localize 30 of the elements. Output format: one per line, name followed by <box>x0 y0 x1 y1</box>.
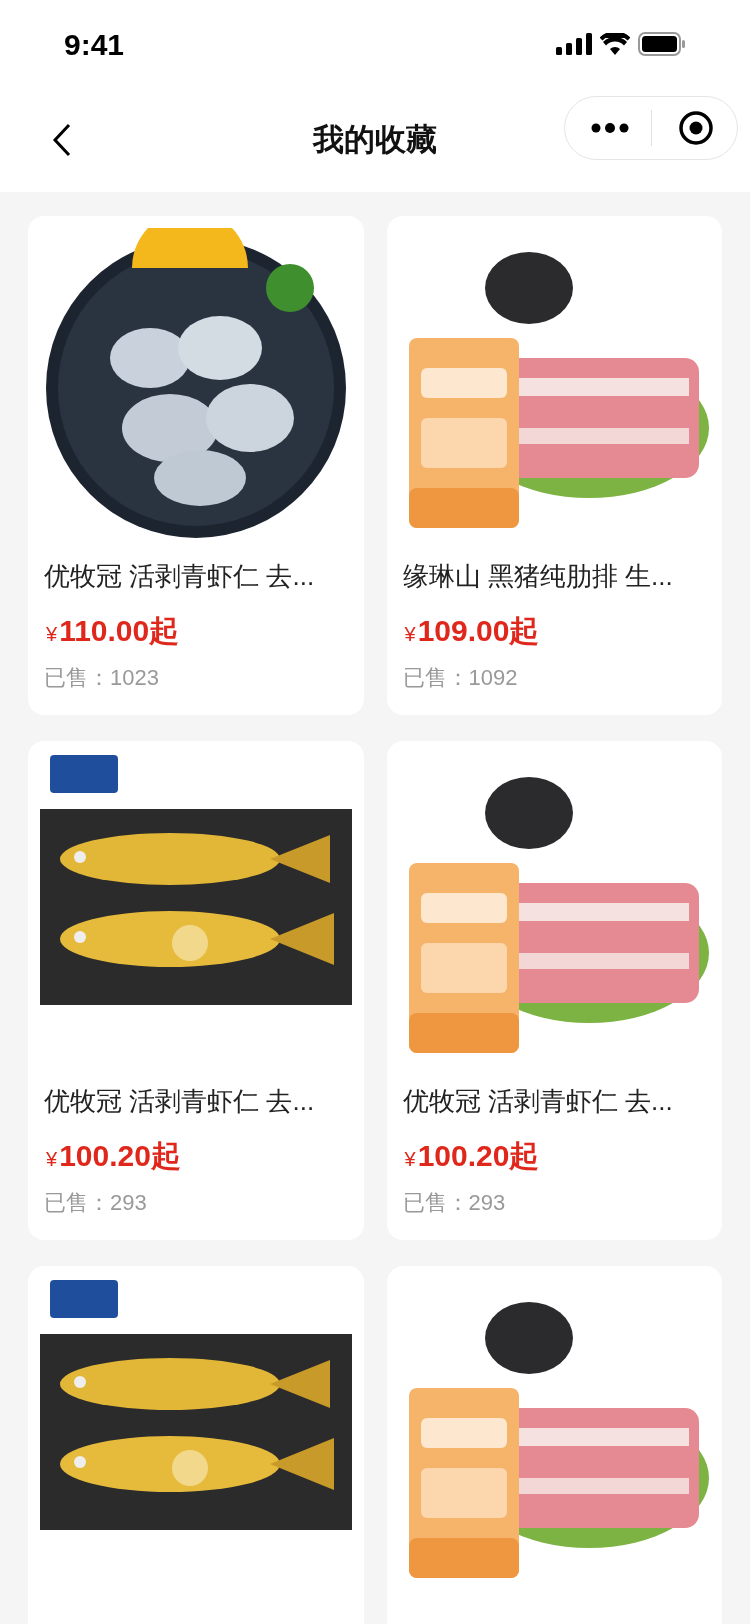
currency-symbol: ¥ <box>404 1147 416 1172</box>
more-icon[interactable] <box>591 123 629 133</box>
product-card[interactable]: 优牧冠 活剥青虾仁 去... ¥110.00起 已售：1023 <box>28 216 364 715</box>
sold-count: 已售：293 <box>43 1189 148 1217</box>
status-time: 9:41 <box>64 26 125 63</box>
product-title: 缘琳山 黑猪纯肋排 生... <box>401 560 674 593</box>
price-text: 100.20起 <box>417 1138 540 1174</box>
signal-icon <box>556 33 592 55</box>
product-card[interactable]: 优牧冠 活剥青虾仁 去... ¥100.20起 已售：293 <box>28 741 364 1240</box>
currency-symbol: ¥ <box>46 622 58 647</box>
sold-count: 已售：1023 <box>43 664 160 692</box>
battery-icon <box>638 32 686 56</box>
close-circle-icon[interactable] <box>678 110 714 146</box>
sold-count: 已售：293 <box>401 1189 507 1217</box>
page-title: 我的收藏 <box>313 120 437 159</box>
price-text: 110.00起 <box>59 613 180 649</box>
price-text: 109.00起 <box>417 613 540 649</box>
product-card[interactable]: 优牧冠 活剥青虾仁 去... ¥100.20起 已售：293 <box>386 741 722 1240</box>
price-text: 100.20起 <box>59 1138 181 1174</box>
sold-count: 已售：1092 <box>401 664 519 692</box>
product-title: 优牧冠 活剥青虾仁 去... <box>401 1085 674 1118</box>
currency-symbol: ¥ <box>404 622 416 647</box>
back-icon <box>51 122 73 158</box>
product-card[interactable]: 缘琳山 黑猪纯肋排 生... ¥109.00起 已售：1092 <box>386 216 722 715</box>
currency-symbol: ¥ <box>46 1147 58 1172</box>
wifi-icon <box>600 33 630 55</box>
product-card[interactable] <box>28 1266 364 1624</box>
product-title: 优牧冠 活剥青虾仁 去... <box>43 1085 316 1118</box>
product-title: 优牧冠 活剥青虾仁 去... <box>43 560 316 593</box>
product-card[interactable] <box>386 1266 722 1624</box>
